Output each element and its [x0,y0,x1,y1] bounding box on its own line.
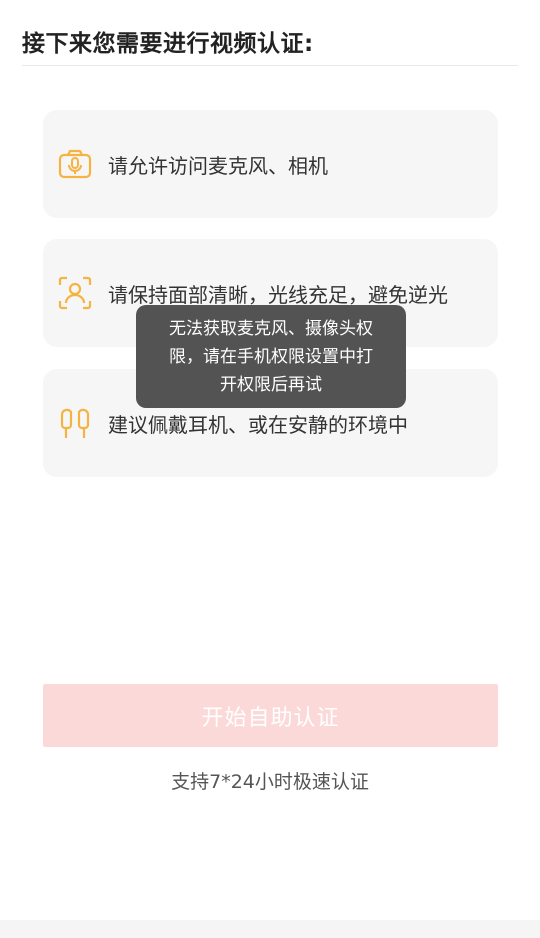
camera-mic-icon [57,146,93,182]
toast-line: 无法获取麦克风、摄像头权 [169,318,373,339]
requirement-label: 建议佩戴耳机、或在安静的环境中 [108,412,408,437]
page-title: 接下来您需要进行视频认证: [22,31,314,57]
requirement-label: 请允许访问麦克风、相机 [108,153,328,178]
earphones-icon [57,405,93,441]
requirement-label: 请保持面部清晰，光线充足，避免逆光 [108,282,448,307]
support-text: 支持7*24小时极速认证 [171,771,369,793]
requirement-card-permissions: 请允许访问麦克风、相机 [43,110,498,218]
permission-error-toast: 无法获取麦克风、摄像头权 限，请在手机权限设置中打 开权限后再试 [136,305,406,408]
face-scan-icon [57,275,93,311]
toast-line: 限，请在手机权限设置中打 [169,346,373,367]
start-verification-button[interactable]: 开始自助认证 [43,684,498,747]
toast-line: 开权限后再试 [220,374,322,395]
bottom-bar [0,920,540,938]
title-divider [22,65,518,66]
